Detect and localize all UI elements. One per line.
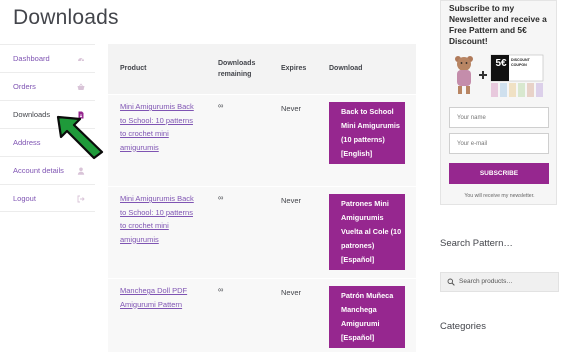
email-input[interactable]: Your e-mail — [449, 133, 549, 154]
name-input[interactable]: Your name — [449, 107, 549, 128]
nav-item-label: Address — [13, 138, 41, 147]
header-product: Product — [120, 65, 147, 72]
download-button[interactable]: Patrón Muñeca Manchega Amigurumi [Españo… — [329, 286, 405, 348]
product-search-input[interactable]: Search products… — [440, 272, 559, 292]
arrow-annotation-icon — [56, 115, 104, 160]
nav-item-label: Account details — [13, 166, 64, 175]
downloads-table: Product Downloads remaining Expires Down… — [108, 44, 416, 352]
nav-item-dashboard[interactable]: Dashboard — [0, 44, 95, 72]
logout-icon — [77, 195, 85, 203]
table-row: Mini Amigurumis Back to School: 10 patte… — [108, 186, 416, 279]
nav-item-label: Logout — [13, 194, 36, 203]
search-heading: Search Pattern… — [440, 238, 513, 249]
expires-value: Never — [281, 196, 302, 205]
table-header: Product Downloads remaining Expires Down… — [108, 44, 416, 94]
expires-value: Never — [281, 104, 302, 113]
nav-item-label: Dashboard — [13, 54, 50, 63]
search-placeholder: Search products… — [459, 278, 513, 285]
header-expires: Expires — [281, 65, 307, 72]
product-link[interactable]: Mini Amigurumis Back to School: 10 patte… — [120, 192, 200, 246]
page-title: Downloads — [13, 6, 119, 29]
product-link[interactable]: Mini Amigurumis Back to School: 10 patte… — [120, 100, 200, 154]
header-downloads-remaining: Downloads remaining — [218, 60, 256, 78]
table-row: Mini Amigurumis Back to School: 10 patte… — [108, 94, 416, 187]
categories-heading: Categories — [440, 321, 486, 332]
nav-item-label: Downloads — [13, 110, 51, 119]
user-icon — [77, 167, 85, 175]
nav-item-logout[interactable]: Logout — [0, 184, 95, 212]
nav-item-label: Orders — [13, 82, 36, 91]
subscribe-button[interactable]: SUBSCRIBE — [449, 163, 549, 184]
nav-item-orders[interactable]: Orders — [0, 72, 95, 100]
table-row: Manchega Doll PDF Amigurumi Pattern ∞ Ne… — [108, 278, 416, 352]
downloads-remaining: ∞ — [218, 193, 224, 202]
download-button[interactable]: Back to School Mini Amigurumis (10 patte… — [329, 102, 405, 164]
nav-item-account-details[interactable]: Account details — [0, 156, 95, 184]
coupon-amount: 5€ — [495, 58, 507, 69]
basket-icon — [77, 83, 85, 90]
dashboard-icon — [78, 58, 84, 62]
search-icon — [447, 278, 455, 286]
newsletter-widget: Subscribe to my Newsletter and receive a… — [440, 0, 557, 205]
download-button[interactable]: Patrones Mini Amigurumis Vuelta al Cole … — [329, 194, 405, 270]
header-download: Download — [329, 65, 363, 72]
downloads-remaining: ∞ — [218, 101, 224, 110]
downloads-remaining: ∞ — [218, 285, 224, 294]
expires-value: Never — [281, 288, 302, 297]
product-link[interactable]: Manchega Doll PDF Amigurumi Pattern — [120, 284, 200, 311]
newsletter-title: Subscribe to my Newsletter and receive a… — [449, 3, 547, 46]
newsletter-note: You will receive my newsletter. — [464, 193, 535, 199]
coupon-label: DISCOUNT COUPON — [511, 58, 530, 67]
